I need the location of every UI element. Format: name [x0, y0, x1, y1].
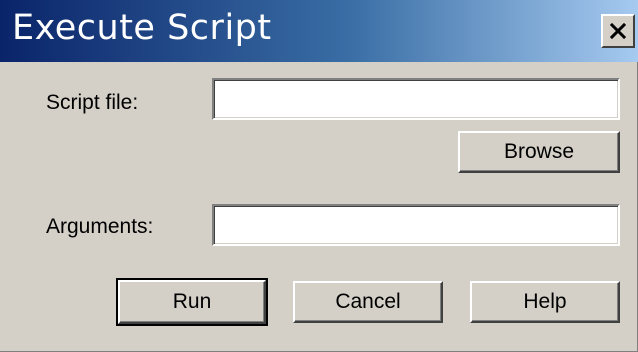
title-bar[interactable]: Execute Script — [0, 0, 638, 62]
window-title: Execute Script — [12, 8, 272, 48]
arguments-input[interactable] — [212, 204, 620, 246]
run-button[interactable]: Run — [116, 278, 268, 326]
close-button[interactable] — [601, 14, 635, 48]
execute-script-dialog: Execute Script Script file: Browse Argum… — [0, 0, 638, 352]
close-icon — [610, 23, 626, 39]
script-file-label: Script file: — [46, 91, 139, 114]
arguments-label: Arguments: — [46, 215, 154, 238]
help-button[interactable]: Help — [470, 281, 620, 323]
script-file-input[interactable] — [212, 78, 620, 120]
cancel-button[interactable]: Cancel — [293, 281, 443, 323]
browse-button[interactable]: Browse — [458, 131, 620, 173]
